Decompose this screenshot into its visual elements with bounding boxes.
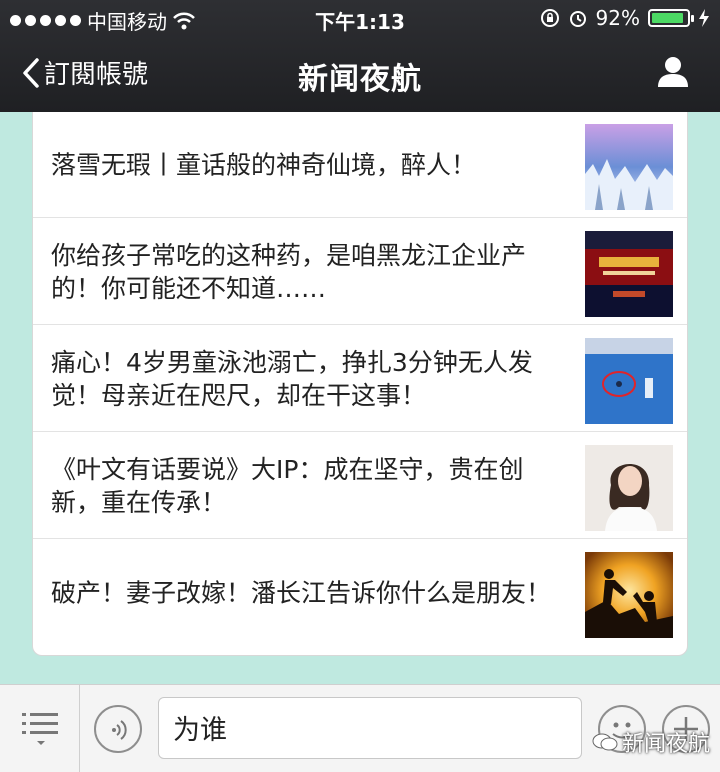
snowy-trees-image bbox=[585, 124, 673, 210]
article-item[interactable]: 落雪无瑕丨童话般的神奇仙境，醉人！ bbox=[33, 112, 687, 218]
nav-bar: 訂閱帳號 新闻夜航 bbox=[0, 36, 720, 112]
article-card: 落雪无瑕丨童话般的神奇仙境，醉人！ 你给孩子常吃的这种药，是咱黑龙江企业产的！你… bbox=[32, 112, 688, 656]
page-title: 新闻夜航 bbox=[298, 62, 422, 97]
menu-button[interactable] bbox=[0, 685, 80, 772]
article-title: 你给孩子常吃的这种药，是咱黑龙江企业产的！你可能还不知道…… bbox=[51, 240, 527, 303]
silhouette-helping-hand-image bbox=[585, 552, 673, 638]
profile-button[interactable] bbox=[656, 54, 690, 92]
message-input[interactable]: 为谁 bbox=[158, 697, 582, 759]
article-title: 痛心！4岁男童泳池溺亡，挣扎3分钟无人发觉！母亲近在咫尺，却在干这事！ bbox=[51, 347, 533, 410]
article-title: 落雪无瑕丨童话般的神奇仙境，醉人！ bbox=[51, 150, 477, 179]
alarm-icon bbox=[569, 11, 586, 27]
top-bar: 中国移动 下午1:13 92% 訂閱帳號 新闻夜航 bbox=[0, 0, 720, 112]
voice-icon bbox=[112, 720, 127, 740]
person-icon bbox=[658, 57, 688, 87]
swimming-pool-image bbox=[585, 338, 673, 424]
rotation-lock-icon bbox=[540, 9, 559, 27]
voice-button[interactable] bbox=[94, 705, 142, 753]
battery-icon bbox=[648, 9, 694, 27]
status-bar: 中国移动 下午1:13 92% bbox=[0, 0, 720, 36]
watermark-text: 新闻夜航 bbox=[621, 732, 710, 757]
article-item[interactable]: 《叶文有话要说》大IP：成在坚守，贵在创新，重在传承！ bbox=[33, 433, 687, 539]
wechat-icon bbox=[592, 733, 618, 751]
event-banner-image bbox=[585, 231, 673, 317]
watermark: 新闻夜航 bbox=[592, 726, 710, 758]
article-item[interactable]: 破产！妻子改嫁！潘长江告诉你什么是朋友！ bbox=[33, 540, 687, 646]
article-item[interactable]: 你给孩子常吃的这种药，是咱黑龙江企业产的！你可能还不知道…… bbox=[33, 219, 687, 325]
woman-portrait-image bbox=[585, 445, 673, 531]
menu-icon bbox=[22, 713, 58, 745]
article-item[interactable]: 痛心！4岁男童泳池溺亡，挣扎3分钟无人发觉！母亲近在咫尺，却在干这事！ bbox=[33, 326, 687, 432]
article-title: 《叶文有话要说》大IP：成在坚守，贵在创新，重在传承！ bbox=[51, 454, 524, 517]
charging-icon bbox=[699, 9, 709, 27]
article-title: 破产！妻子改嫁！潘长江告诉你什么是朋友！ bbox=[51, 578, 552, 608]
battery-percent: 92% bbox=[595, 6, 640, 30]
